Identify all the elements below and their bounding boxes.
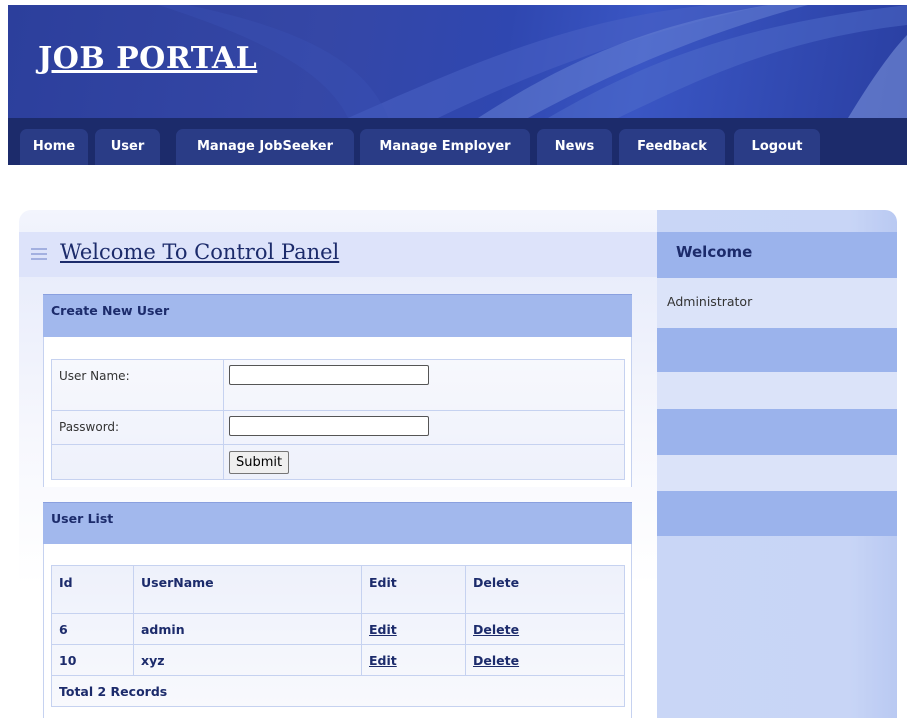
nav-news[interactable]: News [537, 129, 612, 165]
user-name: xyz [133, 644, 362, 676]
user-list-table: Id UserName Edit Delete 6 admin Edit Del… [51, 565, 625, 707]
create-user-heading: Create New User [43, 294, 632, 337]
nav-logout[interactable]: Logout [734, 129, 820, 165]
column-header-username: UserName [133, 565, 362, 614]
total-records: Total 2 Records [51, 675, 625, 707]
sidebar-band [657, 455, 897, 491]
nav-feedback[interactable]: Feedback [619, 129, 725, 165]
nav-home[interactable]: Home [20, 129, 88, 165]
sidebar-title: Welcome [676, 243, 753, 261]
table-row: 10 xyz Edit Delete [51, 644, 625, 676]
password-label: Password: [51, 410, 224, 445]
nav-manage-employer[interactable]: Manage Employer [360, 129, 530, 165]
table-footer-row: Total 2 Records [51, 675, 625, 707]
create-user-form: User Name: Password: Submit [51, 359, 625, 480]
column-header-id: Id [51, 565, 134, 614]
submit-button[interactable]: Submit [229, 451, 290, 474]
user-list-heading: User List [43, 502, 632, 544]
site-title-link[interactable]: JOB PORTAL [38, 41, 257, 76]
sidebar-band [657, 409, 897, 455]
table-row: 6 admin Edit Delete [51, 613, 625, 645]
sidebar-username: Administrator [667, 294, 753, 309]
empty-cell [51, 444, 224, 480]
nav-user[interactable]: User [95, 129, 160, 165]
password-input[interactable] [229, 416, 429, 436]
sidebar-band [657, 328, 897, 372]
column-header-delete: Delete [465, 565, 625, 614]
edit-link[interactable]: Edit [369, 653, 397, 668]
sidebar-band [657, 372, 897, 409]
site-header: JOB PORTAL [8, 5, 907, 118]
sidebar-band [657, 491, 897, 536]
menu-icon [31, 248, 47, 261]
table-header-row: Id UserName Edit Delete [51, 565, 625, 614]
username-label: User Name: [51, 359, 224, 411]
user-id: 6 [51, 613, 134, 645]
username-input[interactable] [229, 365, 429, 385]
edit-link[interactable]: Edit [369, 622, 397, 637]
panel-title[interactable]: Welcome To Control Panel [60, 240, 339, 264]
main-navigation: Home User Manage JobSeeker Manage Employ… [8, 118, 907, 165]
column-header-edit: Edit [361, 565, 466, 614]
delete-link[interactable]: Delete [473, 653, 519, 668]
user-id: 10 [51, 644, 134, 676]
delete-link[interactable]: Delete [473, 622, 519, 637]
nav-manage-jobseeker[interactable]: Manage JobSeeker [176, 129, 354, 165]
user-name: admin [133, 613, 362, 645]
